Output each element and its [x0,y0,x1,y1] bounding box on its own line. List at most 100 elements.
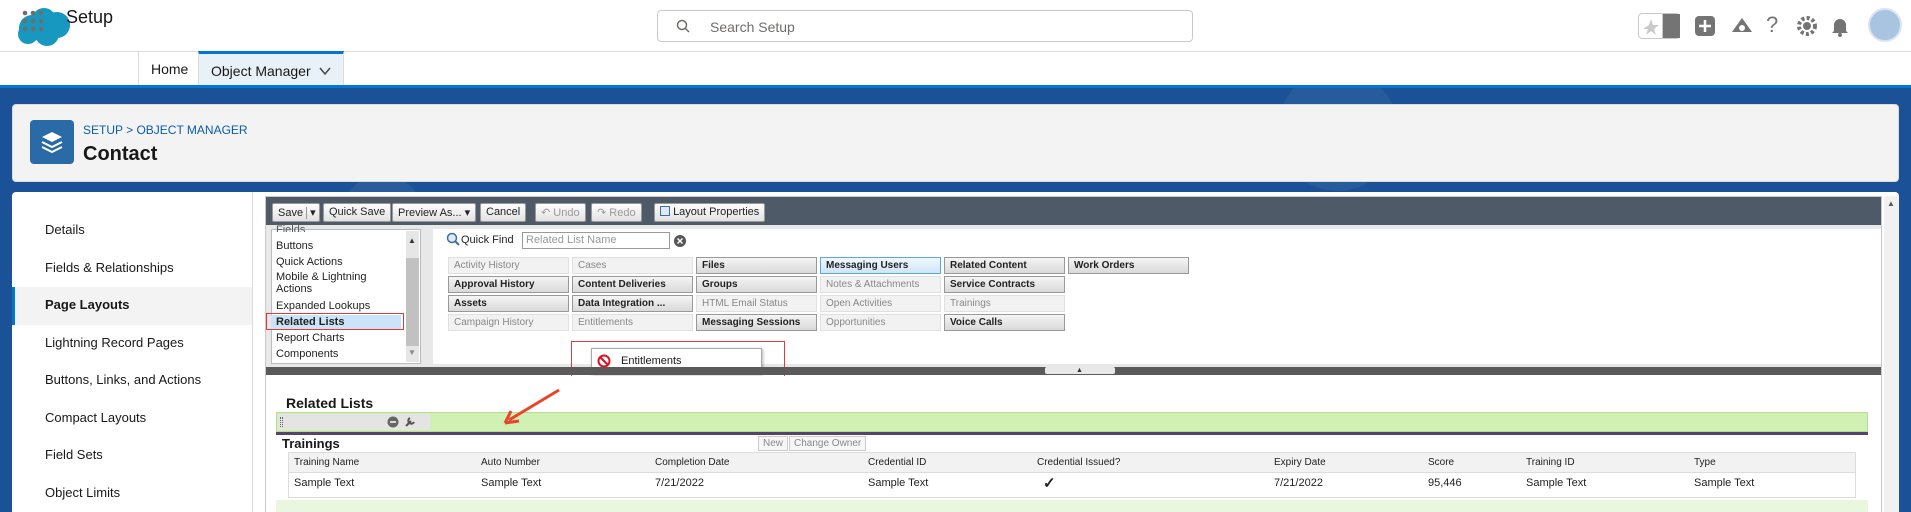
search-placeholder: Search Setup [710,19,795,35]
palette-item-open-activities[interactable]: Open Activities [820,295,941,312]
trailhead-icon[interactable] [1730,14,1754,38]
related-list-controls [278,414,430,430]
help-icon[interactable]: ? [1766,12,1778,38]
quick-find-magnifier-icon [446,232,460,246]
palette-item-messaging-sessions[interactable]: Messaging Sessions [696,314,817,331]
table-cell: Sample Text [868,477,929,489]
category-fields[interactable]: Fields [276,224,305,232]
table-cell: 7/21/2022 [655,477,704,489]
quick-save-button[interactable]: Quick Save [323,203,392,222]
tooltip-text: Entitlements [621,355,682,367]
sidebar-item-field-sets[interactable]: Field Sets [12,437,252,475]
quick-find-label: Quick Find [461,234,514,246]
redo-button[interactable]: ↷ Redo [591,203,642,222]
tab-home[interactable]: Home [138,52,200,85]
save-button[interactable]: Save ▾ [272,203,320,222]
palette-item-files[interactable]: Files [696,257,817,274]
not-allowed-icon [597,354,611,368]
sidebar-item-compact-layouts[interactable]: Compact Layouts [12,400,252,438]
scroll-up-icon[interactable]: ▲ [408,236,416,245]
scroll-down-icon[interactable]: ▼ [408,348,416,357]
category-quick-actions[interactable]: Quick Actions [276,256,343,268]
palette-item-trainings[interactable]: Trainings [944,295,1065,312]
category-components[interactable]: Components [276,348,338,360]
preview-as-button[interactable]: Preview As... ▾ [392,203,477,222]
palette-item-activity-history[interactable]: Activity History [448,257,569,274]
new-button[interactable]: New [758,436,789,451]
related-lists-section-title: Related Lists [286,395,374,411]
search-input[interactable]: Search Setup [657,10,1193,42]
wrench-icon[interactable] [404,416,416,428]
checkmark-icon: ✓ [1043,475,1056,492]
sidebar-item-details[interactable]: Details [12,212,252,250]
splitter-grip[interactable]: ▲ [1045,367,1115,374]
table-cell: Sample Text [481,477,542,489]
sidebar-item-object-limits[interactable]: Object Limits [12,475,252,512]
next-drop-zone [276,500,1868,512]
palette-item-html-email-status[interactable]: HTML Email Status [696,295,817,312]
save-dropdown-icon[interactable]: ▾ [306,207,316,219]
add-icon[interactable] [1693,14,1717,38]
palette-item-cases[interactable]: Cases [572,257,693,274]
trainings-list-title: Trainings [282,436,340,451]
table-cell: Sample Text [1694,477,1755,489]
star-icon [1643,19,1659,35]
category-report-charts[interactable]: Report Charts [276,332,344,344]
category-expanded-lookups[interactable]: Expanded Lookups [276,300,370,312]
chevron-down-icon[interactable] [319,66,331,76]
avatar[interactable] [1868,8,1902,42]
highlight-box-category [266,313,404,330]
palette-item-opportunities[interactable]: Opportunities [820,314,941,331]
column-header: Completion Date [655,457,730,468]
table-cell: Sample Text [1526,477,1587,489]
clear-icon[interactable] [674,235,686,247]
table-cell: Sample Text [294,477,355,489]
layout-properties-button[interactable]: Layout Properties [654,203,766,222]
tab-object-manager[interactable]: Object Manager [198,51,344,85]
palette-item-data-integration[interactable]: Data Integration ... [572,295,693,312]
palette-item-content-deliveries[interactable]: Content Deliveries [572,276,693,293]
palette-item-approval-history[interactable]: Approval History [448,276,569,293]
change-owner-button[interactable]: Change Owner [789,436,867,451]
column-header: Training ID [1526,457,1575,468]
palette-item-notes-attachments[interactable]: Notes & Attachments [820,276,941,293]
drag-handle-icon[interactable] [280,417,283,427]
sidebar-item-buttons-links-actions[interactable]: Buttons, Links, and Actions [12,362,252,400]
palette-item-voice-calls[interactable]: Voice Calls [944,314,1065,331]
quick-find-input[interactable]: Related List Name [522,232,670,249]
palette-item-entitlements[interactable]: Entitlements [572,314,693,331]
category-mobile-lightning-actions[interactable]: Mobile & Lightning Actions [276,271,396,295]
category-scroll-thumb[interactable] [406,258,419,346]
palette-item-assets[interactable]: Assets [448,295,569,312]
column-header: Credential ID [868,457,927,468]
undo-button[interactable]: ↶ Undo [535,203,586,222]
sidebar-item-page-layouts[interactable]: Page Layouts [12,287,252,325]
arrow-annotation-icon [503,388,560,425]
table-cell: 7/21/2022 [1274,477,1323,489]
properties-icon [660,206,670,216]
table-cell: 95,446 [1428,477,1462,489]
sidebar-item-lightning-record-pages[interactable]: Lightning Record Pages [12,325,252,363]
category-buttons[interactable]: Buttons [276,240,313,252]
column-header: Credential Issued? [1037,457,1121,468]
palette-item-campaign-history[interactable]: Campaign History [448,314,569,331]
column-header: Score [1428,457,1455,468]
palette-item-groups[interactable]: Groups [696,276,817,293]
page-scrollbar[interactable]: ▲ [1884,196,1899,512]
page-title: Contact [83,143,158,165]
sidebar-divider [252,192,253,512]
breadcrumb[interactable]: SETUP > OBJECT MANAGER [83,123,248,137]
palette-item-messaging-users[interactable]: Messaging Users [820,257,941,274]
column-header: Type [1694,457,1716,468]
favorites-button[interactable] [1638,13,1680,39]
sidebar-item-fields-relationships[interactable]: Fields & Relationships [12,250,252,288]
palette-item-service-contracts[interactable]: Service Contracts [944,276,1065,293]
palette-item-related-content[interactable]: Related Content [944,257,1065,274]
cancel-button[interactable]: Cancel [480,203,527,222]
remove-icon[interactable] [387,416,399,428]
app-launcher-icon[interactable] [22,10,44,32]
app-name: Setup [66,7,114,27]
gear-icon[interactable] [1795,14,1819,38]
notifications-bell-icon[interactable] [1828,14,1852,38]
palette-item-work-orders[interactable]: Work Orders [1068,257,1189,274]
